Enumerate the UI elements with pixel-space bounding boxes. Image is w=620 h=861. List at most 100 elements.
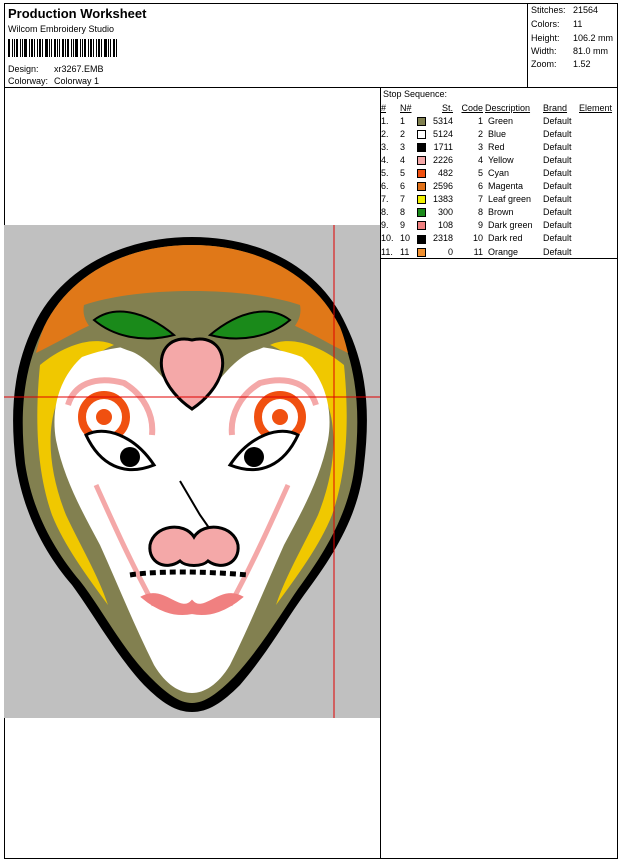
color-swatch — [417, 142, 426, 152]
barcode-bar — [67, 39, 69, 57]
stop-desc-cell: Yellow — [488, 154, 514, 165]
design-value: xr3267.EMB — [54, 64, 104, 74]
stop-code-cell: 1 — [477, 115, 483, 126]
stop-st-cell: 1383 — [432, 194, 453, 205]
color-swatch — [417, 182, 426, 192]
stat-value: 11 — [573, 19, 583, 29]
barcode-bar — [101, 39, 102, 57]
stop-code-cell: 3 — [477, 141, 483, 152]
design-label: Design: — [8, 64, 39, 74]
color-swatch-cell — [417, 140, 430, 153]
barcode-bar — [22, 39, 23, 57]
barcode-bar — [59, 39, 60, 57]
page-title: Production Worksheet — [8, 6, 147, 21]
barcode-bar — [31, 39, 33, 57]
stop-code-cell: 2 — [477, 128, 483, 139]
stop-brand-cell: Default — [543, 115, 572, 126]
barcode-bar — [8, 39, 10, 57]
stop-st-cell: 0 — [447, 246, 453, 257]
stop-row: 4. 4 2226 4 Yellow Default — [381, 153, 612, 166]
barcode-bar — [34, 39, 35, 57]
element-cell — [579, 180, 612, 193]
stop-brand-cell: Default — [543, 168, 572, 179]
element-cell — [579, 153, 612, 166]
stop-row: 9. 9 108 9 Dark green Default — [381, 219, 612, 232]
stop-n-cell: 7 — [400, 194, 406, 205]
pupil-left — [120, 447, 140, 467]
stat-colors: Colors: 11 — [531, 19, 582, 29]
barcode-bar — [12, 39, 13, 57]
stat-label: Colors: — [531, 19, 560, 29]
barcode-bar — [93, 39, 94, 57]
barcode-bar — [116, 39, 117, 57]
stat-label: Height: — [531, 33, 560, 43]
stat-stitches: Stitches: 21564 — [531, 5, 598, 15]
col-element: Element — [579, 102, 613, 113]
stop-n-cell: 5 — [400, 168, 406, 179]
stat-value: 21564 — [573, 5, 599, 15]
element-cell — [579, 114, 612, 127]
barcode-bar — [73, 39, 74, 57]
stat-width: Width: 81.0 mm — [531, 46, 608, 56]
stop-row: 2. 2 5124 2 Blue Default — [381, 127, 612, 140]
stop-sequence-title: Stop Sequence: — [383, 89, 448, 99]
stop-brand-cell: Default — [543, 220, 572, 231]
stop-sequence-table: # N# St. Code Description Brand Element … — [381, 101, 612, 258]
stop-row: 5. 5 482 5 Cyan Default — [381, 166, 612, 179]
color-swatch — [417, 208, 426, 218]
stop-st-cell: 5124 — [432, 128, 453, 139]
stop-num-cell: 10. — [381, 233, 394, 244]
stop-row: 7. 7 1383 7 Leaf green Default — [381, 193, 612, 206]
color-swatch — [417, 234, 426, 244]
stop-code-cell: 7 — [477, 194, 483, 205]
stop-num-cell: 7. — [381, 194, 389, 205]
stop-desc-cell: Blue — [488, 128, 507, 139]
stop-code-cell: 4 — [477, 154, 483, 165]
element-cell — [579, 127, 612, 140]
colorway-label: Colorway: — [8, 76, 49, 86]
color-swatch-cell — [417, 232, 430, 245]
col-needle: N# — [400, 102, 412, 113]
stop-code-cell: 6 — [477, 181, 483, 192]
stop-brand-cell: Default — [543, 207, 572, 218]
swirl-left-center — [96, 409, 112, 425]
color-swatch — [417, 129, 426, 139]
stats-panel: Stitches: 21564 Colors: 11 Height: 106.2 mm… — [527, 3, 618, 88]
barcode-bar — [39, 39, 41, 57]
stop-num-cell: 2. — [381, 128, 389, 139]
stop-n-cell: 10 — [400, 233, 411, 244]
colorway-row: Colorway: Colorway 1 — [8, 76, 99, 86]
stop-st-cell: 108 — [437, 220, 453, 231]
barcode-bar — [29, 39, 30, 57]
color-swatch-cell — [417, 153, 430, 166]
stop-brand-cell: Default — [543, 194, 572, 205]
stop-st-cell: 482 — [437, 168, 453, 179]
stop-row: 1. 1 5314 1 Green Default — [381, 114, 612, 127]
stop-table-header: # N# St. Code Description Brand Element — [381, 101, 612, 114]
col-brand: Brand — [543, 102, 568, 113]
barcode-bar — [75, 39, 78, 57]
stop-desc-cell: Cyan — [488, 168, 510, 179]
barcode-bar — [57, 39, 58, 57]
element-cell — [579, 232, 612, 245]
stop-st-cell: 2226 — [432, 154, 453, 165]
stop-desc-cell: Red — [488, 141, 505, 152]
barcode-bar — [16, 39, 18, 57]
stop-brand-cell: Default — [543, 246, 572, 257]
stop-n-cell: 4 — [400, 154, 406, 165]
stop-num-cell: 9. — [381, 220, 389, 231]
barcode-bar — [90, 39, 92, 57]
stop-st-cell: 2596 — [432, 181, 453, 192]
barcode-bar — [49, 39, 50, 57]
stop-desc-cell: Brown — [488, 207, 514, 218]
pupil-right — [244, 447, 264, 467]
color-swatch — [417, 195, 426, 205]
barcode-bar — [45, 39, 48, 57]
element-cell — [579, 206, 612, 219]
barcode-bar — [113, 39, 115, 57]
stop-st-cell: 2318 — [432, 233, 453, 244]
stop-row: 8. 8 300 8 Brown Default — [381, 206, 612, 219]
stat-value: 81.0 mm — [573, 46, 609, 56]
barcode-bar — [71, 39, 72, 57]
element-cell — [579, 245, 612, 258]
